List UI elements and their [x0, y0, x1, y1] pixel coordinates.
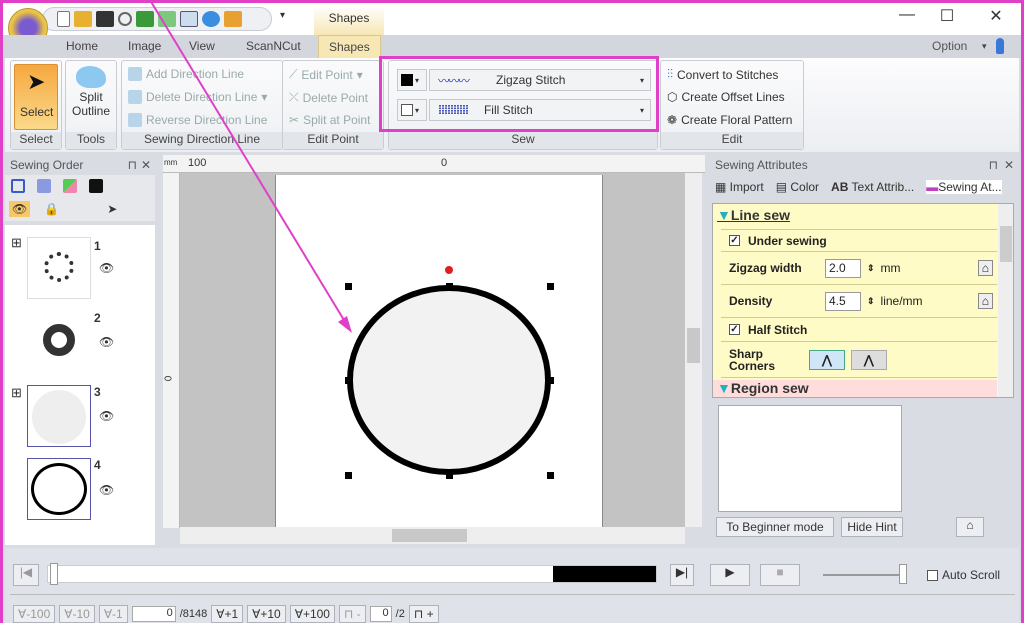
- selected-circle[interactable]: [347, 285, 551, 475]
- canvas-overlay: [149, 0, 554, 479]
- annotation-arrow: [149, 0, 351, 331]
- arrow-head: [338, 316, 352, 333]
- rotate-handle[interactable]: [445, 266, 453, 274]
